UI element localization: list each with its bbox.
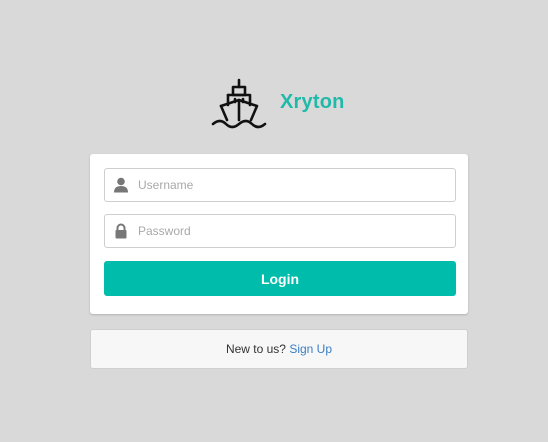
login-card: Login bbox=[90, 154, 468, 314]
brand-header: Xryton bbox=[211, 78, 371, 130]
password-input[interactable] bbox=[138, 215, 438, 247]
signup-link[interactable]: Sign Up bbox=[289, 342, 332, 356]
ship-icon bbox=[211, 78, 267, 130]
signup-prompt-text: New to us? bbox=[225, 342, 290, 356]
brand-name: Xryton bbox=[280, 91, 345, 113]
user-icon bbox=[114, 177, 128, 193]
signup-prompt-box: New to us? Sign Up bbox=[90, 329, 468, 369]
password-field-wrapper bbox=[104, 214, 456, 248]
username-input[interactable] bbox=[138, 169, 438, 201]
username-field-wrapper bbox=[104, 168, 456, 202]
lock-icon bbox=[114, 223, 128, 239]
login-button[interactable]: Login bbox=[104, 261, 456, 296]
